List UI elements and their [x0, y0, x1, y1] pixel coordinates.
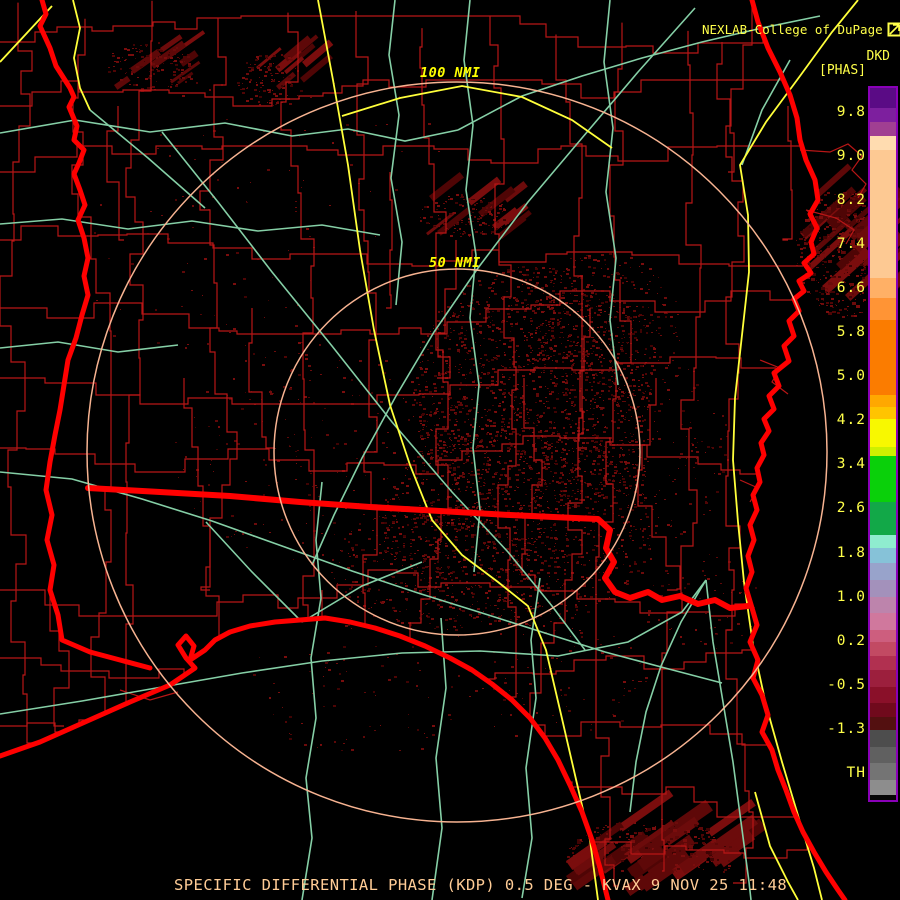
county-line	[725, 1, 754, 884]
colorbar-tick-label: 8.2	[836, 192, 866, 209]
colorbar-segment	[870, 502, 896, 535]
colorbar-tick-label: 4.2	[836, 412, 866, 429]
colorbar-segment	[870, 580, 896, 597]
product-caption: SPECIFIC DIFFERENTIAL PHASE (KDP) 0.5 DE…	[174, 876, 788, 894]
colorbar-tick-label: 0.2	[836, 632, 866, 649]
colorbar-segment	[870, 88, 896, 108]
colorbar-segment	[870, 298, 896, 320]
colorbar-segment	[870, 150, 896, 278]
county-line	[0, 631, 845, 685]
colorbar-segment	[870, 687, 896, 703]
colorbar-tick-label: 7.4	[836, 236, 866, 253]
county-line	[71, 18, 112, 883]
radar-map	[0, 0, 900, 900]
interstate-layer	[0, 0, 859, 900]
colorbar-tick-label: 1.0	[836, 588, 866, 605]
colorbar-segment	[870, 613, 896, 630]
colorbar-segment	[870, 780, 896, 795]
colorbar-segment	[870, 136, 896, 150]
county-line	[248, 308, 274, 449]
colorbar-segment	[870, 122, 896, 136]
range-ring-label-100nmi: 100 NMI	[420, 65, 481, 81]
colorbar-segment	[870, 656, 896, 670]
brand-text: NEXLAB-College of DuPage	[702, 22, 883, 37]
colorbar-segment	[870, 320, 896, 395]
county-line	[183, 378, 211, 591]
state-border-west-river	[37, 0, 153, 671]
county-line	[125, 0, 153, 897]
county-line	[386, 172, 393, 309]
colorbar-segment	[870, 278, 896, 298]
county-line	[280, 12, 315, 885]
nexlab-brand: NEXLAB-College of DuPage	[702, 22, 900, 37]
colorbar-segment	[870, 407, 896, 419]
range-ring-label-50nmi: 50 NMI	[429, 255, 481, 271]
colorbar-segment	[870, 630, 896, 642]
radar-display: 100 NMI 50 NMI NEXLAB-College of DuPage …	[0, 0, 900, 900]
colorbar-tick-label: 5.0	[836, 368, 866, 385]
product-code: DKD	[866, 49, 890, 64]
range-ring-50nmi	[273, 268, 641, 636]
colorbar-segment	[870, 670, 896, 687]
county-line	[334, 11, 378, 884]
colorbar-segment	[870, 108, 896, 122]
colorbar-segment	[870, 642, 896, 656]
county-line	[0, 225, 845, 267]
colorbar-segment	[870, 795, 896, 800]
colorbar-segment	[870, 717, 896, 730]
colorbar-tick-label: 6.6	[836, 280, 866, 297]
county-line	[0, 767, 845, 821]
colorbar-tick-label: 5.8	[836, 324, 866, 341]
cod-logo-icon	[887, 22, 900, 37]
colorbar-segment	[870, 730, 896, 747]
county-line	[782, 106, 793, 241]
colorbar	[868, 86, 898, 802]
colorbar-segment	[870, 703, 896, 717]
colorbar-tick-label: 2.6	[836, 500, 866, 517]
county-line	[0, 282, 845, 335]
colorbar-segment	[870, 535, 896, 548]
colorbar-tick-label: -1.3	[827, 720, 866, 737]
colorbar-tick-label: TH	[846, 764, 866, 781]
county-line	[0, 569, 845, 617]
colorbar-segment	[870, 763, 896, 780]
county-line	[595, 22, 632, 887]
colorbar-tick-label: 9.8	[836, 104, 866, 120]
colorbar-segment	[870, 747, 896, 763]
colorbar-tick-label: 9.0	[836, 148, 866, 165]
county-line	[0, 435, 845, 475]
county-line	[489, 16, 517, 869]
county-line	[395, 28, 449, 871]
colorbar-segment	[870, 456, 896, 502]
colorbar-tick-label: -0.5	[827, 676, 866, 693]
county-line	[637, 378, 681, 591]
colorbar-tick-label: 1.8	[836, 544, 866, 561]
state-boundary-layer	[0, 0, 848, 900]
colorbar-segment	[870, 395, 896, 407]
colorbar-segment	[870, 548, 896, 563]
colorbar-segment	[870, 447, 896, 456]
highway-layer	[0, 0, 821, 900]
colorbar-segment	[870, 597, 896, 613]
colorbar-tick-label: 3.4	[836, 456, 866, 473]
product-tag: [PHAS]	[819, 63, 866, 78]
colorbar-segment	[870, 563, 896, 580]
colorbar-segment	[870, 419, 896, 447]
county-line	[0, 79, 845, 107]
